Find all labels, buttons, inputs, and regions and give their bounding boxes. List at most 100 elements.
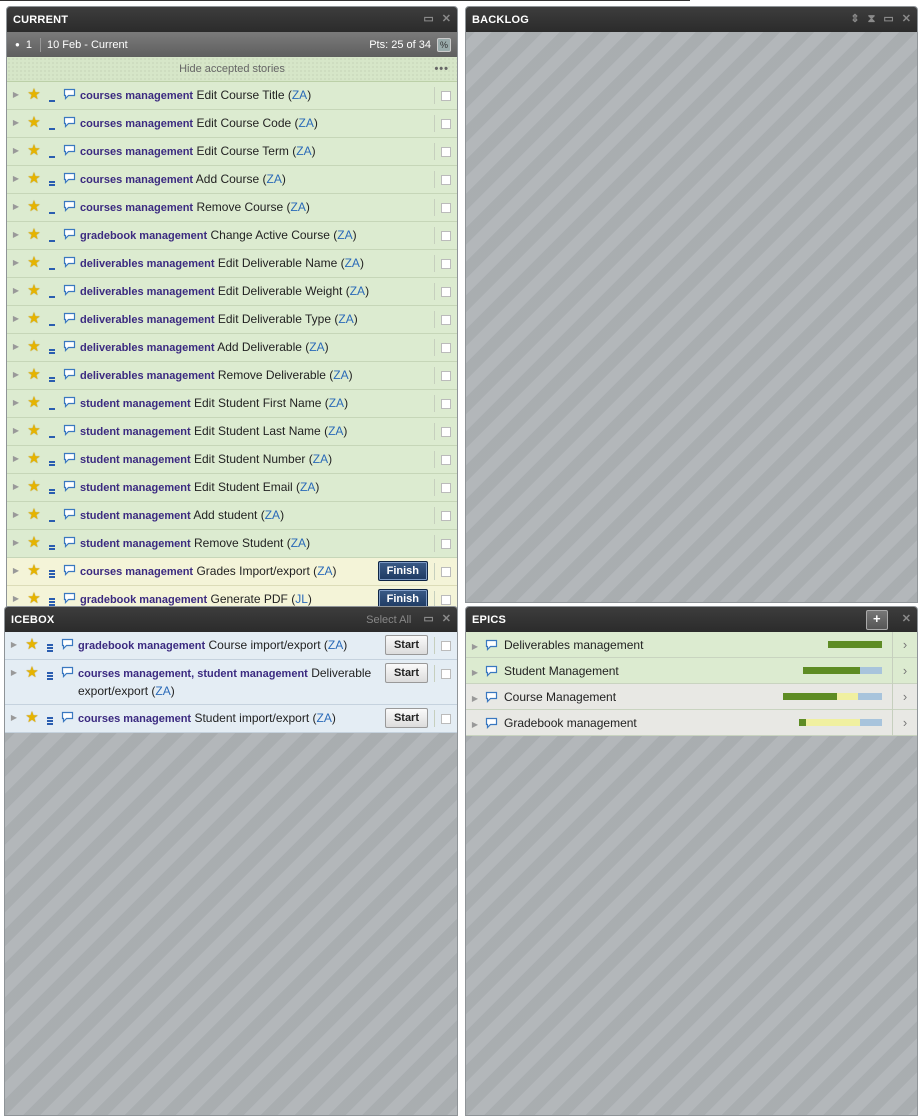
story-row[interactable]: ▶ ★ courses management, student manageme… bbox=[5, 660, 457, 705]
select-all-link[interactable]: Select All bbox=[366, 614, 411, 626]
story-owner[interactable]: JL bbox=[295, 592, 308, 606]
story-owner[interactable]: ZA bbox=[267, 172, 282, 186]
expand-arrow-icon[interactable]: ▶ bbox=[9, 367, 23, 379]
story-row[interactable]: ▶ ★ courses management Remove Course (ZA… bbox=[7, 194, 457, 222]
story-labels[interactable]: deliverables management bbox=[80, 286, 215, 298]
finish-button[interactable]: Finish bbox=[377, 561, 428, 581]
story-row[interactable]: ▶ ★ student management Edit Student Numb… bbox=[7, 446, 457, 474]
expand-arrow-icon[interactable]: ▶ bbox=[9, 87, 23, 99]
story-row[interactable]: ▶ ★ courses management Student import/ex… bbox=[5, 705, 457, 733]
select-checkbox[interactable] bbox=[441, 668, 451, 679]
story-labels[interactable]: student management bbox=[80, 538, 191, 550]
start-button[interactable]: Start bbox=[384, 663, 428, 683]
expand-arrow-icon[interactable]: ▶ bbox=[9, 507, 23, 519]
story-labels[interactable]: courses management bbox=[80, 146, 193, 158]
expand-arrow-icon[interactable]: ▶ bbox=[9, 199, 23, 211]
select-checkbox[interactable] bbox=[441, 510, 451, 521]
story-labels[interactable]: deliverables management bbox=[80, 314, 215, 326]
story-owner[interactable]: ZA bbox=[265, 508, 280, 522]
story-owner[interactable]: ZA bbox=[313, 452, 328, 466]
story-owner[interactable]: ZA bbox=[329, 396, 344, 410]
story-owner[interactable]: ZA bbox=[300, 480, 315, 494]
chevron-right-icon[interactable]: › bbox=[892, 683, 917, 710]
story-owner[interactable]: ZA bbox=[338, 312, 353, 326]
story-owner[interactable]: ZA bbox=[309, 340, 324, 354]
story-labels[interactable]: student management bbox=[80, 482, 191, 494]
story-labels[interactable]: courses management, student management bbox=[78, 668, 308, 680]
story-row[interactable]: ▶ ★ student management Add student (ZA) bbox=[7, 502, 457, 530]
close-icon[interactable]: ✕ bbox=[902, 14, 911, 25]
story-row[interactable]: ▶ ★ courses management Edit Course Code … bbox=[7, 110, 457, 138]
select-checkbox[interactable] bbox=[441, 640, 451, 651]
expand-arrow-icon[interactable]: ▶ bbox=[468, 639, 482, 651]
expand-arrow-icon[interactable]: ▶ bbox=[9, 311, 23, 323]
epic-row[interactable]: ▶ Student Management › bbox=[466, 657, 917, 684]
story-labels[interactable]: student management bbox=[80, 510, 191, 522]
story-labels[interactable]: gradebook management bbox=[78, 640, 205, 652]
clone-panel-icon[interactable]: ▭ bbox=[883, 14, 893, 25]
expand-arrow-icon[interactable]: ▶ bbox=[7, 665, 21, 677]
story-labels[interactable]: deliverables management bbox=[80, 370, 215, 382]
story-owner[interactable]: ZA bbox=[291, 536, 306, 550]
epic-row[interactable]: ▶ Course Management › bbox=[466, 683, 917, 710]
expand-arrow-icon[interactable]: ▶ bbox=[7, 710, 21, 722]
story-labels[interactable]: courses management bbox=[80, 566, 193, 578]
select-checkbox[interactable] bbox=[441, 314, 451, 325]
expand-arrow-icon[interactable]: ▶ bbox=[9, 535, 23, 547]
select-checkbox[interactable] bbox=[441, 566, 451, 577]
story-owner[interactable]: ZA bbox=[337, 228, 352, 242]
chevron-right-icon[interactable]: › bbox=[892, 709, 917, 736]
select-checkbox[interactable] bbox=[441, 713, 451, 724]
story-row[interactable]: ▶ ★ courses management Edit Course Term … bbox=[7, 138, 457, 166]
collapse-icon[interactable]: ⇕ bbox=[850, 14, 859, 25]
story-labels[interactable]: deliverables management bbox=[80, 342, 215, 354]
close-icon[interactable]: ✕ bbox=[442, 614, 451, 625]
expand-arrow-icon[interactable]: ▶ bbox=[9, 423, 23, 435]
story-row[interactable]: ▶ ★ student management Remove Student (Z… bbox=[7, 530, 457, 558]
percent-toggle-button[interactable]: % bbox=[436, 37, 451, 52]
story-row[interactable]: ▶ ★ deliverables management Remove Deliv… bbox=[7, 362, 457, 390]
select-checkbox[interactable] bbox=[441, 118, 451, 129]
story-row[interactable]: ▶ ★ courses management Edit Course Title… bbox=[7, 82, 457, 110]
select-checkbox[interactable] bbox=[441, 538, 451, 549]
story-owner[interactable]: ZA bbox=[292, 88, 307, 102]
add-epic-button[interactable]: + bbox=[865, 609, 888, 630]
expand-arrow-icon[interactable]: ▶ bbox=[9, 143, 23, 155]
story-row[interactable]: ▶ ★ deliverables management Add Delivera… bbox=[7, 334, 457, 362]
expand-arrow-icon[interactable]: ▶ bbox=[7, 637, 21, 649]
select-checkbox[interactable] bbox=[441, 202, 451, 213]
story-labels[interactable]: gradebook management bbox=[80, 230, 207, 242]
expand-arrow-icon[interactable]: ▶ bbox=[468, 691, 482, 703]
expand-icon[interactable]: ⧗ bbox=[868, 14, 876, 25]
epic-row[interactable]: ▶ Deliverables management › bbox=[466, 631, 917, 658]
story-labels[interactable]: courses management bbox=[80, 174, 193, 186]
expand-arrow-icon[interactable]: ▶ bbox=[468, 717, 482, 729]
story-row[interactable]: ▶ ★ gradebook management Change Active C… bbox=[7, 222, 457, 250]
select-checkbox[interactable] bbox=[441, 258, 451, 269]
expand-arrow-icon[interactable]: ▶ bbox=[9, 339, 23, 351]
story-row[interactable]: ▶ ★ deliverables management Edit Deliver… bbox=[7, 306, 457, 334]
story-owner[interactable]: ZA bbox=[296, 144, 311, 158]
select-checkbox[interactable] bbox=[441, 454, 451, 465]
story-owner[interactable]: ZA bbox=[350, 284, 365, 298]
story-row[interactable]: ▶ ★ student management Edit Student Last… bbox=[7, 418, 457, 446]
story-labels[interactable]: gradebook management bbox=[80, 594, 207, 606]
expand-arrow-icon[interactable]: ▶ bbox=[468, 665, 482, 677]
story-labels[interactable]: courses management bbox=[80, 118, 193, 130]
story-row[interactable]: ▶ ★ courses management Add Course (ZA) bbox=[7, 166, 457, 194]
story-labels[interactable]: courses management bbox=[80, 90, 193, 102]
start-button[interactable]: Start bbox=[384, 635, 428, 655]
expand-arrow-icon[interactable]: ▶ bbox=[9, 115, 23, 127]
story-row[interactable]: ▶ ★ student management Edit Student Firs… bbox=[7, 390, 457, 418]
epic-row[interactable]: ▶ Gradebook management › bbox=[466, 709, 917, 736]
expand-arrow-icon[interactable]: ▶ bbox=[9, 563, 23, 575]
hide-accepted-bar[interactable]: Hide accepted stories ••• bbox=[7, 57, 457, 82]
story-owner[interactable]: ZA bbox=[299, 116, 314, 130]
story-owner[interactable]: ZA bbox=[291, 200, 306, 214]
expand-arrow-icon[interactable]: ▶ bbox=[9, 451, 23, 463]
story-row[interactable]: ▶ ★ deliverables management Edit Deliver… bbox=[7, 278, 457, 306]
close-icon[interactable]: ✕ bbox=[902, 614, 911, 625]
select-checkbox[interactable] bbox=[441, 594, 451, 605]
story-labels[interactable]: courses management bbox=[78, 713, 191, 725]
story-labels[interactable]: courses management bbox=[80, 202, 193, 214]
